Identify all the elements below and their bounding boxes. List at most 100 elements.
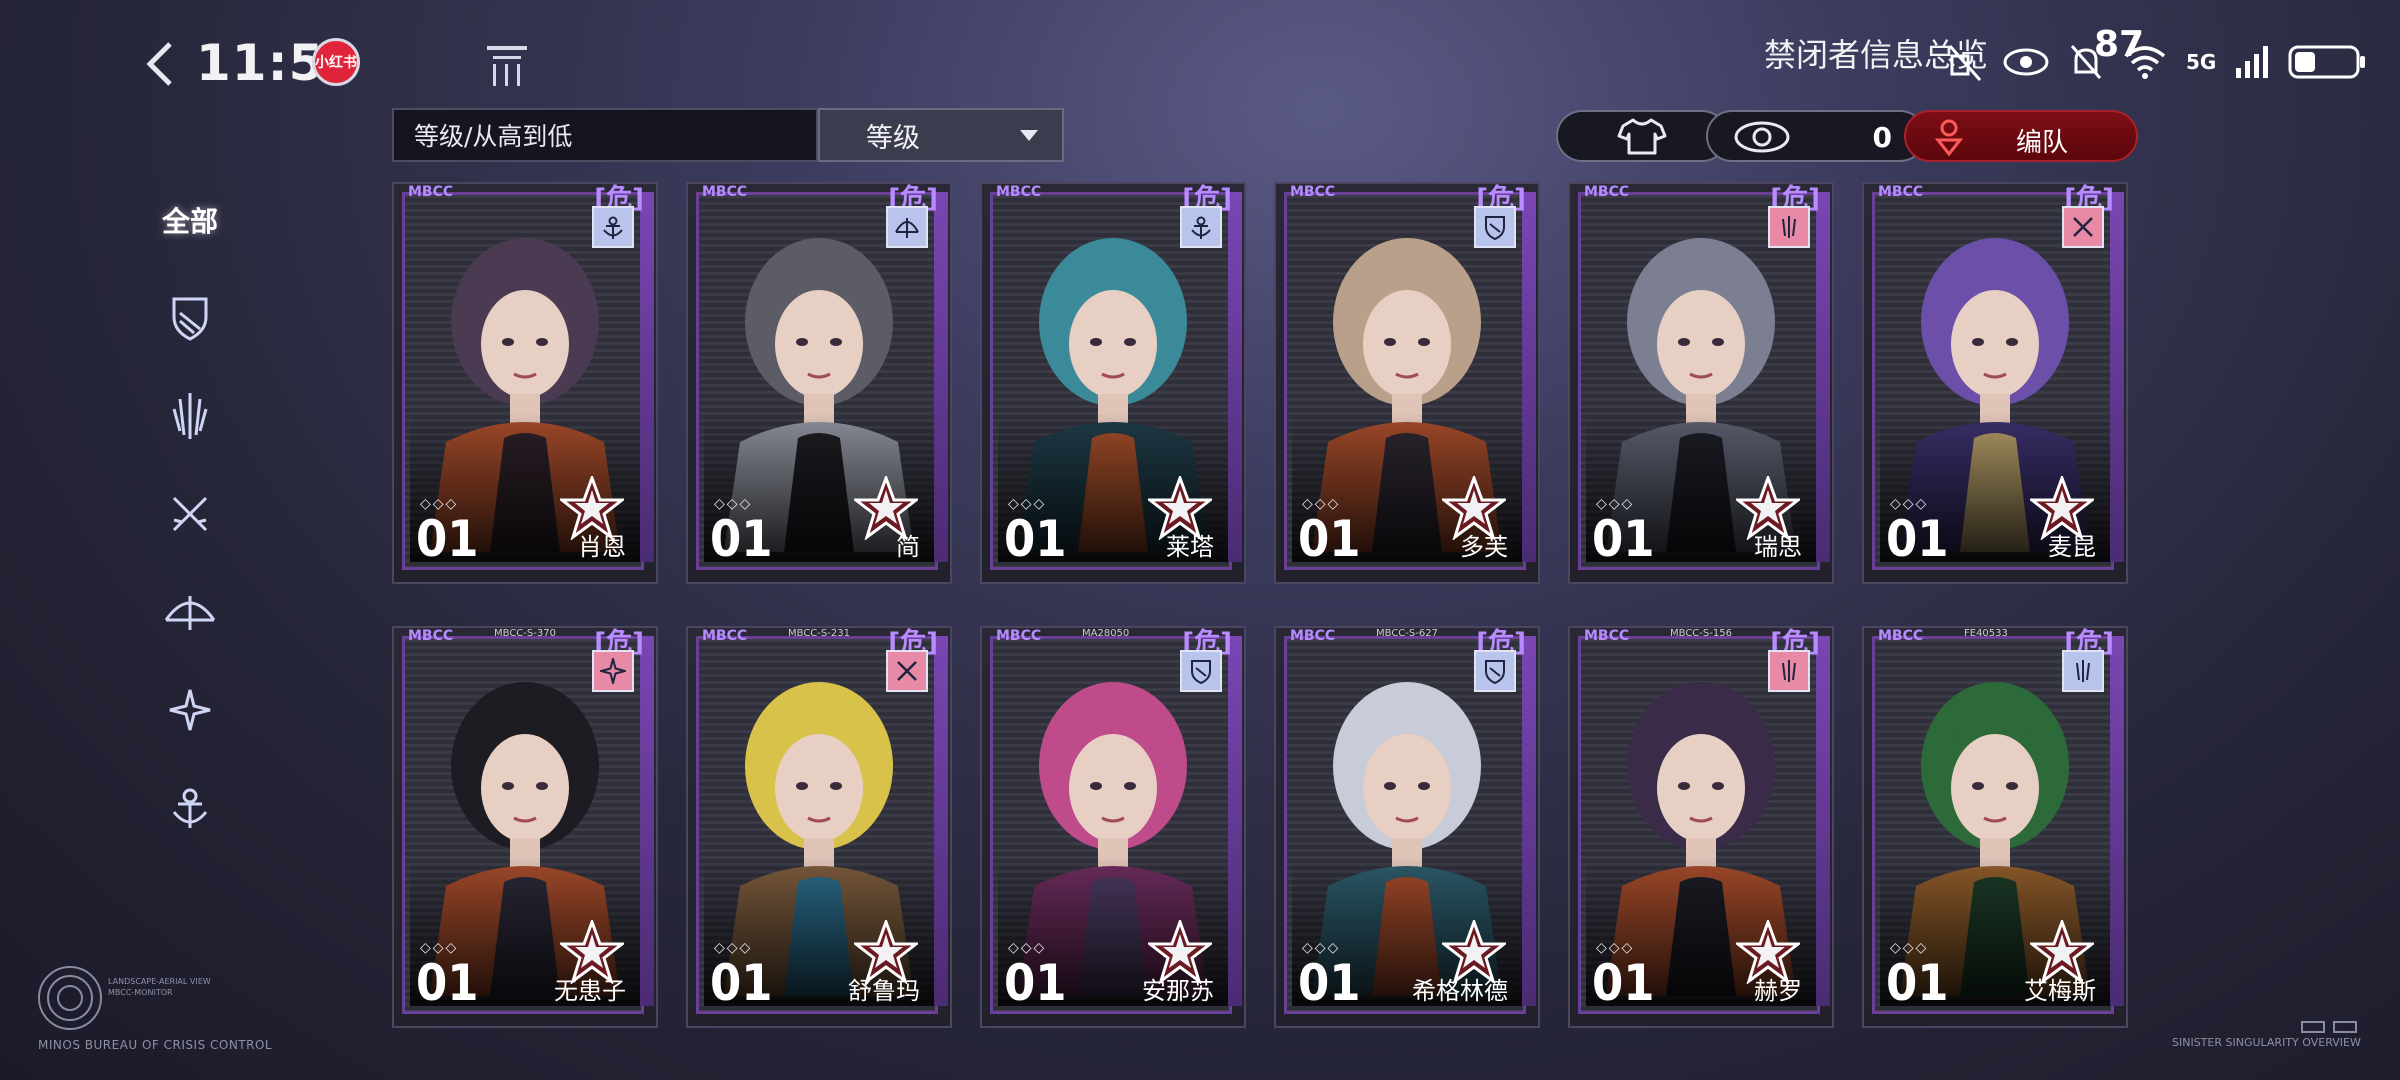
support-class-icon xyxy=(1191,216,1211,239)
battery-icon xyxy=(2288,45,2366,79)
blade-class-icon xyxy=(2076,660,2090,682)
card-side-stripe xyxy=(1228,192,1242,562)
character-card[interactable]: MBCC [危] ◇◇◇ 01 简 xyxy=(686,182,952,584)
card-side-stripe xyxy=(2110,192,2124,562)
back-arrow-icon[interactable] xyxy=(140,38,180,90)
card-serial: MBCC-S-627 xyxy=(1376,628,1438,639)
visibility-toggle-button[interactable]: 0 xyxy=(1706,110,1926,162)
character-card[interactable]: MBCC MBCC-S-627 [危] ◇◇◇ 01 希格林德 xyxy=(1274,626,1540,1028)
crossed-swords-class-icon xyxy=(2073,217,2093,237)
card-mbcc-mark: MBCC xyxy=(1290,628,1336,644)
system-status-icons: 5G xyxy=(1948,32,2368,92)
card-serial: FE40533 xyxy=(1964,628,2008,639)
outfit-button[interactable] xyxy=(1556,110,1728,162)
sort-dropdown-value: 等级 xyxy=(866,122,920,154)
filter-crossed-swords-class[interactable] xyxy=(140,484,240,544)
visibility-count: 0 xyxy=(1872,121,1892,154)
card-serial: MA28050 xyxy=(1082,628,1130,639)
card-class-badge xyxy=(886,206,928,248)
card-serial: MBCC-S-231 xyxy=(788,628,850,639)
card-mbcc-mark: MBCC xyxy=(996,628,1042,644)
card-class-badge xyxy=(886,650,928,692)
support-class-icon xyxy=(603,216,623,239)
card-mbcc-mark: MBCC xyxy=(702,184,748,200)
crossed-swords-class-icon xyxy=(172,496,208,532)
character-level: 01 xyxy=(1004,510,1067,568)
blade-class-icon xyxy=(1782,660,1796,682)
card-class-badge xyxy=(1768,206,1810,248)
character-name: 赫罗 xyxy=(1754,977,1802,1005)
card-mbcc-mark: MBCC xyxy=(408,628,454,644)
card-mbcc-mark: MBCC xyxy=(702,628,748,644)
character-name: 瑞思 xyxy=(1754,533,1802,561)
character-card[interactable]: MBCC [危] ◇◇◇ 01 莱塔 xyxy=(980,182,1246,584)
card-mbcc-mark: MBCC xyxy=(996,184,1042,200)
card-class-badge xyxy=(2062,650,2104,692)
character-level: 01 xyxy=(1298,510,1361,568)
mute-icon xyxy=(1948,45,1982,81)
character-name: 简 xyxy=(896,533,920,561)
character-level: 01 xyxy=(1592,510,1655,568)
character-name: 莱塔 xyxy=(1166,533,1214,561)
overview-caption: SINISTER SINGULARITY OVERVIEW xyxy=(2172,1036,2361,1049)
character-card[interactable]: MBCC MBCC-S-370 [危] ◇◇◇ 01 无患子 xyxy=(392,626,658,1028)
filter-all[interactable]: 全部 xyxy=(140,190,240,250)
sort-order-field[interactable]: 等级/从高到低 xyxy=(392,108,818,162)
blade-class-icon xyxy=(1782,216,1796,238)
card-side-stripe xyxy=(1816,192,1830,562)
shield-class-icon xyxy=(172,297,208,341)
star-class-icon xyxy=(169,689,211,731)
character-card[interactable]: MBCC MA28050 [危] ◇◇◇ 01 安那苏 xyxy=(980,626,1246,1028)
character-card[interactable]: MBCC [危] ◇◇◇ 01 瑞思 xyxy=(1568,182,1834,584)
shield-class-icon xyxy=(1485,216,1505,240)
character-card[interactable]: MBCC [危] ◇◇◇ 01 麦昆 xyxy=(1862,182,2128,584)
filter-menu-icon[interactable] xyxy=(484,42,530,88)
character-name: 希格林德 xyxy=(1412,977,1508,1005)
character-name: 肖恩 xyxy=(578,533,626,561)
card-mbcc-mark: MBCC xyxy=(1878,184,1924,200)
star-class-icon xyxy=(600,658,626,684)
card-class-badge xyxy=(1180,206,1222,248)
bow-class-icon xyxy=(895,218,919,238)
card-class-badge xyxy=(1768,650,1810,692)
card-mbcc-mark: MBCC xyxy=(1584,628,1630,644)
crossed-swords-class-icon xyxy=(897,661,917,681)
card-side-stripe xyxy=(934,192,948,562)
character-card[interactable]: MBCC [危] ◇◇◇ 01 肖恩 xyxy=(392,182,658,584)
card-class-badge xyxy=(1180,650,1222,692)
card-mbcc-mark: MBCC xyxy=(1290,184,1336,200)
character-card[interactable]: MBCC MBCC-S-156 [危] ◇◇◇ 01 赫罗 xyxy=(1568,626,1834,1028)
character-level: 01 xyxy=(1592,954,1655,1012)
team-formation-label: 编队 xyxy=(2016,128,2069,158)
card-side-stripe xyxy=(640,636,654,1006)
card-mbcc-mark: MBCC xyxy=(1584,184,1630,200)
filter-blade-class[interactable] xyxy=(140,386,240,446)
card-class-badge xyxy=(1474,650,1516,692)
card-class-badge xyxy=(592,206,634,248)
eye-icon xyxy=(1734,121,1790,153)
character-name: 无患子 xyxy=(554,977,626,1005)
character-card[interactable]: MBCC FE40533 [危] ◇◇◇ 01 艾梅斯 xyxy=(1862,626,2128,1028)
bureau-seal-logo xyxy=(38,966,102,1030)
card-serial: MBCC-S-156 xyxy=(1670,628,1732,639)
filter-support-class[interactable] xyxy=(140,778,240,838)
team-formation-button[interactable]: 编队 xyxy=(1904,110,2138,162)
character-level: 01 xyxy=(1298,954,1361,1012)
character-level: 01 xyxy=(416,954,479,1012)
dropdown-caret-icon xyxy=(1020,130,1038,141)
character-card[interactable]: MBCC [危] ◇◇◇ 01 多芙 xyxy=(1274,182,1540,584)
character-name: 麦昆 xyxy=(2048,533,2096,561)
card-side-stripe xyxy=(1816,636,1830,1006)
character-card[interactable]: MBCC MBCC-S-231 [危] ◇◇◇ 01 舒鲁玛 xyxy=(686,626,952,1028)
card-side-stripe xyxy=(2110,636,2124,1006)
network-type-label: 5G xyxy=(2186,50,2217,74)
sort-dropdown[interactable]: 等级 xyxy=(818,108,1064,162)
filter-shield-class[interactable] xyxy=(140,288,240,348)
character-level: 01 xyxy=(416,510,479,568)
filter-bow-class[interactable] xyxy=(140,582,240,642)
window-mode-icon xyxy=(2301,1021,2357,1033)
shield-class-icon xyxy=(1191,660,1211,684)
character-name: 舒鲁玛 xyxy=(848,977,920,1005)
character-name: 多芙 xyxy=(1460,533,1508,561)
filter-star-class[interactable] xyxy=(140,680,240,740)
